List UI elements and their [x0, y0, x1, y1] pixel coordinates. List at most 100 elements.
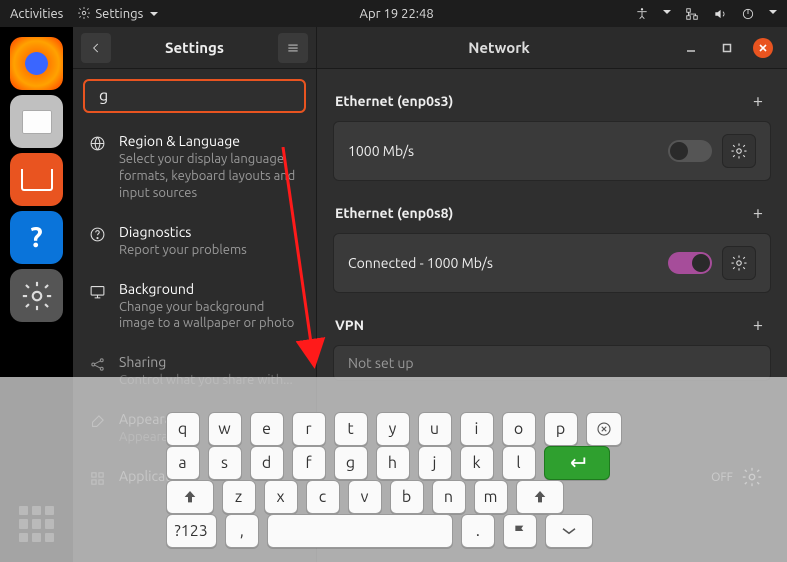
section-title: VPN: [335, 317, 364, 333]
network-icon: [685, 7, 699, 21]
key-m[interactable]: m: [474, 480, 508, 514]
sidebar-item-title: Region & Language: [119, 133, 300, 149]
key-a[interactable]: a: [166, 446, 200, 480]
connection-toggle[interactable]: [668, 252, 712, 274]
add-connection-button[interactable]: +: [747, 91, 769, 111]
minimize-icon: [686, 43, 696, 53]
key-n[interactable]: n: [432, 480, 466, 514]
sidebar-item-diagnostics[interactable]: Diagnostics Report your problems: [73, 214, 316, 271]
sidebar-item-background[interactable]: Background Change your background image …: [73, 271, 316, 345]
add-connection-button[interactable]: +: [747, 315, 769, 335]
hamburger-button[interactable]: [278, 33, 308, 63]
key-enter[interactable]: [544, 446, 610, 480]
display-icon: [89, 281, 107, 300]
network-proxy-row[interactable]: OFF: [711, 466, 763, 488]
key-e[interactable]: e: [250, 412, 284, 446]
key-y[interactable]: y: [376, 412, 410, 446]
sidebar-item-desc: Report your problems: [119, 242, 247, 259]
close-icon: [758, 43, 768, 53]
menu-icon: [286, 41, 300, 55]
key-s[interactable]: s: [208, 446, 242, 480]
page-title: Network: [317, 39, 681, 56]
dock-item-help[interactable]: ?: [10, 211, 63, 264]
key-symbols[interactable]: ?123: [166, 514, 217, 548]
window-close-button[interactable]: [753, 38, 773, 58]
key-q[interactable]: q: [166, 412, 200, 446]
key-shift[interactable]: [516, 480, 564, 514]
gear-icon: [741, 466, 763, 488]
key-shift[interactable]: [166, 480, 214, 514]
connection-label: Connected - 1000 Mb/s: [348, 255, 493, 271]
key-o[interactable]: o: [502, 412, 536, 446]
gear-icon: [77, 6, 91, 20]
sidebar-item-desc: Select your display language, formats, k…: [119, 151, 300, 202]
key-p[interactable]: p: [544, 412, 578, 446]
key-emoji[interactable]: [503, 514, 537, 548]
connection-card: 1000 Mb/s: [333, 121, 771, 181]
sidebar-item-region-language[interactable]: Region & Language Select your display la…: [73, 123, 316, 214]
sidebar-title: Settings: [117, 39, 272, 56]
key-t[interactable]: t: [334, 412, 368, 446]
key-z[interactable]: z: [222, 480, 256, 514]
connection-card: Not set up: [333, 345, 771, 381]
help-icon: [89, 224, 107, 243]
dock-item-settings[interactable]: [10, 269, 63, 322]
key-k[interactable]: k: [460, 446, 494, 480]
section-header: Ethernet (enp0s8) +: [335, 203, 769, 223]
key-d[interactable]: d: [250, 446, 284, 480]
sidebar-item-title: Sharing: [119, 354, 293, 370]
share-icon: [89, 354, 107, 373]
onscreen-keyboard: qwertyuiop asdfghjkl zxcvbnm ?123,. OFF: [0, 377, 787, 562]
globe-icon: [89, 133, 107, 152]
key-.[interactable]: .: [461, 514, 495, 548]
back-button[interactable]: [81, 33, 111, 63]
key-,[interactable]: ,: [225, 514, 259, 548]
dock-item-files[interactable]: [10, 95, 63, 148]
key-hide[interactable]: [545, 514, 593, 548]
search-box[interactable]: [83, 79, 306, 113]
key-j[interactable]: j: [418, 446, 452, 480]
accessibility-icon: [635, 7, 649, 21]
app-menu-label: Settings: [95, 7, 143, 21]
key-c[interactable]: c: [306, 480, 340, 514]
dock-item-software[interactable]: [10, 153, 63, 206]
chevron-left-icon: [89, 41, 103, 55]
proxy-status: OFF: [711, 471, 733, 484]
volume-icon: [713, 7, 727, 21]
status-area[interactable]: [635, 7, 777, 21]
sidebar-item-title: Diagnostics: [119, 224, 247, 240]
key-space[interactable]: [267, 514, 453, 548]
maximize-icon: [722, 43, 732, 53]
connection-settings-button[interactable]: [722, 246, 756, 280]
key-backspace[interactable]: [586, 412, 622, 446]
sidebar-item-title: Background: [119, 281, 300, 297]
key-l[interactable]: l: [502, 446, 536, 480]
sidebar-item-desc: Change your background image to a wallpa…: [119, 299, 300, 333]
app-menu[interactable]: Settings: [77, 6, 158, 21]
dock-item-firefox[interactable]: [10, 37, 63, 90]
key-w[interactable]: w: [208, 412, 242, 446]
key-i[interactable]: i: [460, 412, 494, 446]
key-r[interactable]: r: [292, 412, 326, 446]
section-title: Ethernet (enp0s8): [335, 205, 453, 221]
connection-toggle[interactable]: [668, 140, 712, 162]
add-connection-button[interactable]: +: [747, 203, 769, 223]
section-header: VPN +: [335, 315, 769, 335]
activities-button[interactable]: Activities: [10, 7, 63, 21]
key-v[interactable]: v: [348, 480, 382, 514]
section-header: Ethernet (enp0s3) +: [335, 91, 769, 111]
power-icon: [741, 7, 755, 21]
key-x[interactable]: x: [264, 480, 298, 514]
window-maximize-button[interactable]: [717, 38, 737, 58]
key-f[interactable]: f: [292, 446, 326, 480]
key-h[interactable]: h: [376, 446, 410, 480]
window-minimize-button[interactable]: [681, 38, 701, 58]
key-b[interactable]: b: [390, 480, 424, 514]
section-title: Ethernet (enp0s3): [335, 93, 453, 109]
connection-card: Connected - 1000 Mb/s: [333, 233, 771, 293]
key-g[interactable]: g: [334, 446, 368, 480]
key-u[interactable]: u: [418, 412, 452, 446]
connection-settings-button[interactable]: [722, 134, 756, 168]
search-input[interactable]: [99, 87, 313, 105]
topbar: Activities Settings Apr 19 22:48: [0, 0, 787, 27]
